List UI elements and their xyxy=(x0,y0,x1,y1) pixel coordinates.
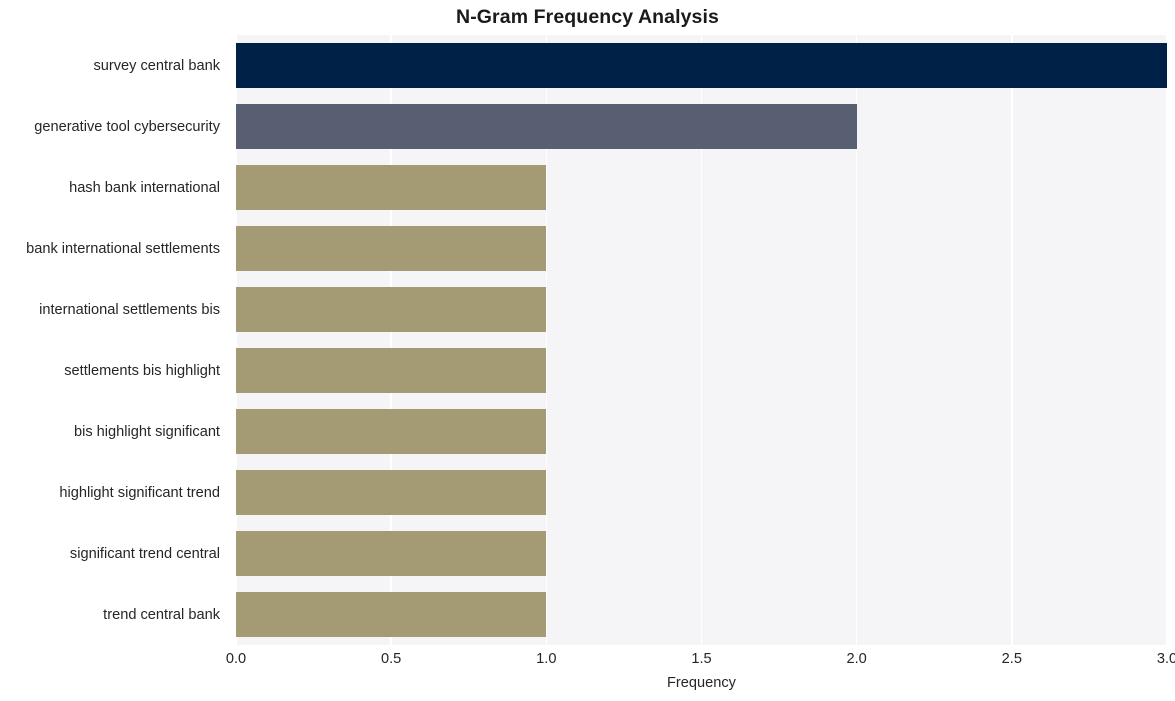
chart-figure: N-Gram Frequency Analysis survey central… xyxy=(0,0,1175,701)
y-axis-tick-label: bank international settlements xyxy=(26,240,220,257)
x-axis-tick-label: 2.5 xyxy=(1001,651,1022,667)
x-axis-tick-label: 0.0 xyxy=(225,651,247,667)
bar[interactable] xyxy=(236,592,547,637)
bar[interactable] xyxy=(236,165,547,210)
bar-row xyxy=(236,157,1167,218)
y-axis-tick-label: significant trend central xyxy=(69,545,220,562)
bar[interactable] xyxy=(236,348,547,393)
y-axis-tick-label: hash bank international xyxy=(69,179,220,196)
bar-row xyxy=(236,584,1167,645)
x-axis-tick-label: 2.0 xyxy=(846,651,867,667)
bar-row xyxy=(236,401,1167,462)
bar-row xyxy=(236,218,1167,279)
bar-row xyxy=(236,279,1167,340)
bar[interactable] xyxy=(236,226,547,271)
y-axis-tick-labels: survey central bank generative tool cyber… xyxy=(0,35,229,645)
bar-row xyxy=(236,523,1167,584)
y-axis-tick-label: survey central bank xyxy=(93,57,220,74)
bar-row xyxy=(236,462,1167,523)
y-axis-tick-label: settlements bis highlight xyxy=(64,362,220,379)
bar[interactable] xyxy=(236,43,1167,88)
x-axis-tick-label: 1.5 xyxy=(691,651,712,667)
bar[interactable] xyxy=(236,104,857,149)
bar-row xyxy=(236,340,1167,401)
x-axis-tick-label: 1.0 xyxy=(536,651,557,667)
plot-area xyxy=(236,35,1167,645)
bar[interactable] xyxy=(236,409,547,454)
y-axis-tick-label: generative tool cybersecurity xyxy=(34,118,220,135)
y-axis-tick-label: highlight significant trend xyxy=(59,484,220,501)
x-axis-tick-label: 3.0 xyxy=(1156,651,1175,667)
bar-row xyxy=(236,96,1167,157)
x-axis-tick-label: 0.5 xyxy=(381,651,402,667)
bar[interactable] xyxy=(236,287,547,332)
chart-title: N-Gram Frequency Analysis xyxy=(456,6,719,28)
y-axis-tick-label: bis highlight significant xyxy=(73,423,220,440)
bar[interactable] xyxy=(236,470,547,515)
x-axis-title: Frequency xyxy=(667,675,736,691)
bar-row xyxy=(236,35,1167,96)
x-axis-tick-labels: 0.0 0.5 1.0 1.5 2.0 2.5 3.0 xyxy=(226,651,1175,673)
bar[interactable] xyxy=(236,531,547,576)
y-axis-tick-label: international settlements bis xyxy=(39,301,220,318)
y-axis-tick-label: trend central bank xyxy=(103,606,220,623)
